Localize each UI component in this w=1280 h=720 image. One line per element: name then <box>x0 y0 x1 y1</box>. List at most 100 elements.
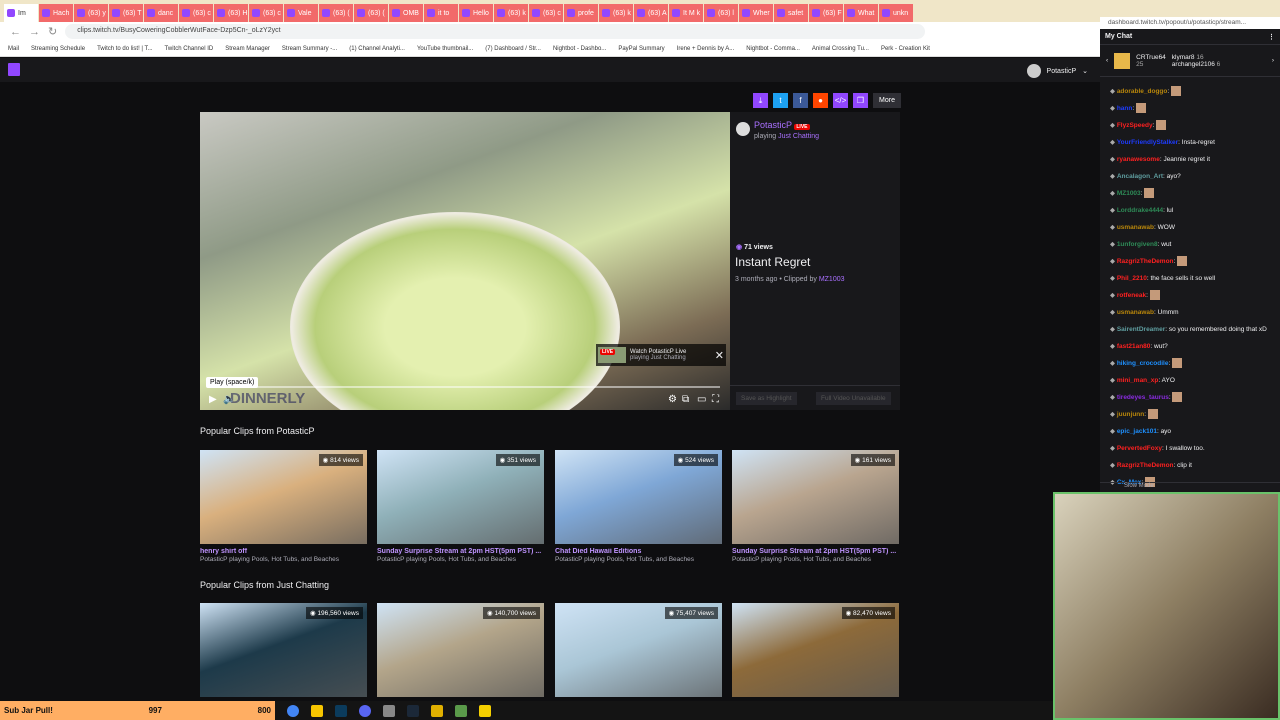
browser-tab[interactable]: (63) ( <box>354 4 388 22</box>
clip-thumbnail[interactable]: ◉ 82,470 views <box>732 603 899 697</box>
game-app-icon[interactable] <box>455 704 467 717</box>
chat-username[interactable]: fast21an80 <box>1117 343 1151 350</box>
embed-icon[interactable]: </> <box>833 93 848 108</box>
play-icon[interactable]: ▶ <box>209 394 217 405</box>
browser-tab[interactable]: Vale <box>284 4 318 22</box>
browser-tab[interactable]: danc <box>144 4 178 22</box>
browser-tab[interactable]: Im <box>4 4 38 22</box>
channel-avatar[interactable] <box>736 122 750 136</box>
clip-title[interactable]: Sunday Surprise Stream at 2pm HST(5pm PS… <box>732 548 899 555</box>
browser-tab[interactable]: What <box>844 4 878 22</box>
chat-username[interactable]: juunjunn <box>1117 411 1144 418</box>
bookmark-item[interactable]: Mail <box>8 46 19 52</box>
photoshop-icon[interactable] <box>335 704 347 717</box>
chat-username[interactable]: hann <box>1117 105 1133 112</box>
chat-username[interactable]: usmanawab <box>1117 309 1154 316</box>
chat-messages[interactable]: ◆ adorable_doggo: ◆ hann: ◆ FlyzSpeedy: … <box>1100 77 1280 491</box>
chat-username[interactable]: RazgrizTheDemon <box>1117 258 1174 265</box>
chat-username[interactable]: ryanawesome <box>1117 156 1160 163</box>
chat-username[interactable]: 1unforgiven8 <box>1117 241 1158 248</box>
chat-username[interactable]: PervertedFoxy <box>1117 445 1162 452</box>
bookmark-item[interactable]: (7) Dashboard / Str... <box>485 46 541 52</box>
clip-title[interactable]: Sunday Surprise Stream at 2pm HST(5pm PS… <box>377 548 544 555</box>
browser-tab[interactable]: Hello <box>459 4 493 22</box>
channel-link[interactable]: PotasticP <box>754 120 792 130</box>
chevron-right-icon[interactable]: › <box>1272 57 1274 64</box>
game-link[interactable]: Just Chatting <box>778 133 819 140</box>
clip-card[interactable]: ◉ 82,470 views <box>732 603 899 697</box>
bookmark-item[interactable]: YouTube thumbnail... <box>417 46 473 52</box>
browser-tab[interactable]: (63) l <box>704 4 738 22</box>
chrome-profile-icon[interactable] <box>383 704 395 717</box>
chat-username[interactable]: usmanawab <box>1117 224 1154 231</box>
chrome-icon[interactable] <box>287 704 299 717</box>
browser-tab[interactable]: It M k <box>669 4 703 22</box>
download-icon[interactable]: ⤓ <box>753 93 768 108</box>
browser-tab[interactable]: (63) c <box>249 4 283 22</box>
browser-tab[interactable]: OMB <box>389 4 423 22</box>
clip-card[interactable]: ◉ 161 views Sunday Surprise Stream at 2pm… <box>732 450 899 563</box>
chat-username[interactable]: hiking_crocodile <box>1117 360 1169 367</box>
close-icon[interactable]: ✕ <box>715 349 724 362</box>
browser-tab[interactable]: profe <box>564 4 598 22</box>
clip-icon[interactable]: ⧉ <box>682 394 689 405</box>
clip-thumbnail[interactable]: ◉ 161 views <box>732 450 899 544</box>
chat-username[interactable]: Phil_2210 <box>1117 275 1147 282</box>
back-icon[interactable]: ← <box>10 26 21 38</box>
browser-tab[interactable]: (63) H <box>214 4 248 22</box>
reload-icon[interactable]: ↻ <box>48 25 57 38</box>
chat-username[interactable]: mini_man_xp <box>1117 377 1159 384</box>
clip-card[interactable]: ◉ 140,700 views <box>377 603 544 697</box>
browser-tab[interactable]: (63) k <box>599 4 633 22</box>
save-highlight-button[interactable]: Save as Highlight <box>736 392 797 405</box>
chat-username[interactable]: tiredeyes_taurus <box>1117 394 1169 401</box>
clip-card[interactable]: ◉ 351 views Sunday Surprise Stream at 2pm… <box>377 450 544 563</box>
more-options-icon[interactable]: ⋮ <box>1268 33 1275 41</box>
url-input[interactable]: clips.twitch.tv/BusyCoweringCobblerWutFa… <box>65 24 926 39</box>
browser-tab[interactable]: (63) T <box>109 4 143 22</box>
clip-card[interactable]: ◉ 196,560 views <box>200 603 367 697</box>
clip-card[interactable]: ◉ 75,407 views <box>555 603 722 697</box>
chat-username[interactable]: YourFriendlyStalker <box>1117 139 1178 146</box>
kakaotalk-icon[interactable] <box>479 704 491 717</box>
chat-username[interactable]: epic_jack101 <box>1117 428 1157 435</box>
browser-tab[interactable]: (63) y <box>74 4 108 22</box>
clipper-link[interactable]: MZ1003 <box>819 276 845 283</box>
seek-bar[interactable] <box>208 386 720 388</box>
bookmark-item[interactable]: Irene + Dennis by A... <box>677 46 735 52</box>
bookmark-item[interactable]: Stream Summary -... <box>282 46 337 52</box>
bookmark-item[interactable]: Stream Manager <box>225 46 270 52</box>
settings-icon[interactable]: ⚙ <box>668 394 677 405</box>
chevron-left-icon[interactable]: ‹ <box>1106 57 1108 64</box>
clip-card[interactable]: ◉ 814 views henry shirt off PotasticP play… <box>200 450 367 563</box>
twitch-logo-icon[interactable] <box>8 63 20 76</box>
chat-username[interactable]: RazgrizTheDemon <box>1117 462 1174 469</box>
more-button[interactable]: More <box>873 93 901 108</box>
watch-live-popup[interactable]: LIVE Watch PotasticP Live playing Just Ch… <box>596 344 726 366</box>
browser-tab[interactable]: Hach <box>39 4 73 22</box>
browser-tab[interactable]: safet <box>774 4 808 22</box>
clip-thumbnail[interactable]: ◉ 196,560 views <box>200 603 367 697</box>
clip-thumbnail[interactable]: ◉ 140,700 views <box>377 603 544 697</box>
user-menu[interactable]: PotasticP ⌄ <box>1026 64 1088 78</box>
discord-icon[interactable] <box>359 704 371 717</box>
bookmark-item[interactable]: Streaming Schedule <box>31 46 85 52</box>
chat-username[interactable]: rotfeneak <box>1117 292 1146 299</box>
video-player[interactable]: LIVE Watch PotasticP Live playing Just Ch… <box>200 112 730 410</box>
bookmark-item[interactable]: Nightbot - Dashbo... <box>553 46 606 52</box>
clip-title[interactable]: Chat Died Hawaii Editions <box>555 548 722 555</box>
forward-icon[interactable]: → <box>29 26 40 38</box>
chat-username[interactable]: Ancalagon_Art <box>1117 173 1163 180</box>
browser-tab[interactable]: it to <box>424 4 458 22</box>
chat-username[interactable]: Lorddrake4444 <box>1117 207 1163 214</box>
bookmark-item[interactable]: PayPal Summary <box>618 46 664 52</box>
clip-title[interactable]: henry shirt off <box>200 548 367 555</box>
browser-tab[interactable]: Wher <box>739 4 773 22</box>
bookmark-item[interactable]: Animal Crossing Tu... <box>812 46 869 52</box>
clip-thumbnail[interactable]: ◉ 524 views <box>555 450 722 544</box>
chat-username[interactable]: MZ1003 <box>1117 190 1141 197</box>
bookmark-item[interactable]: Nightbot - Comma... <box>746 46 800 52</box>
sticky-notes-icon[interactable] <box>311 704 323 717</box>
volume-icon[interactable]: 🔈 <box>223 394 235 405</box>
browser-tab[interactable]: (63) F <box>809 4 843 22</box>
